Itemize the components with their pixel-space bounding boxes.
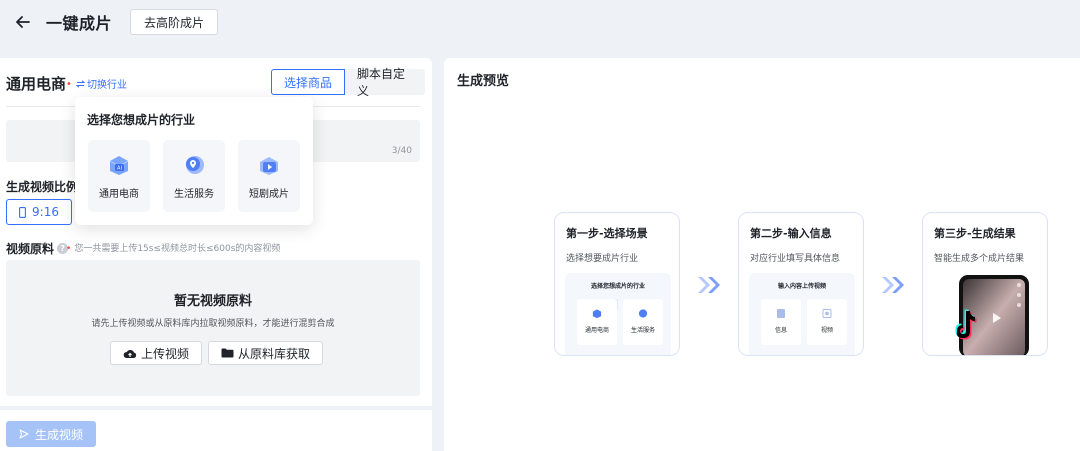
preview-title: 生成预览 [457, 74, 510, 89]
generate-video-button[interactable]: 生成视频 [6, 421, 96, 447]
option-label: 通用电商 [99, 189, 139, 200]
cloud-upload-icon [123, 349, 137, 358]
svg-text:AI: AI [117, 166, 122, 172]
upload-video-button[interactable]: 上传视频 [110, 341, 203, 365]
mockup-title: 输入内容上传视频 [777, 283, 826, 290]
advanced-editing-button[interactable]: 去高阶成片 [130, 9, 219, 35]
step-card-3: 第三步-生成结果 智能生成多个成片结果 [922, 212, 1048, 356]
location-icon [638, 309, 648, 318]
mockup-option-label: 生活服务 [630, 327, 655, 334]
step-desc: 智能生成多个成片结果 [934, 254, 1025, 264]
info-doc-icon [777, 309, 785, 318]
ai-cube-icon [592, 309, 602, 319]
ai-cube-icon: AI [109, 156, 129, 175]
step-title: 第三步-生成结果 [934, 227, 1016, 240]
switch-industry-label: 切换行业 [87, 80, 127, 91]
library-fetch-label: 从原料库获取 [238, 346, 311, 361]
option-label: 短剧成片 [249, 189, 289, 200]
mockup-option: 信息 [761, 299, 801, 345]
step-arrow-icon [696, 275, 724, 295]
industry-option-life-service[interactable]: 生活服务 [163, 140, 225, 212]
mockup-title: 选择您想成片的行业 [590, 283, 645, 290]
top-bar: 一键成片 去高阶成片 [0, 0, 1080, 44]
step-title: 第一步-选择场景 [566, 227, 648, 240]
industry-option-ecommerce[interactable]: AI 通用电商 [88, 140, 150, 212]
folder-icon [221, 348, 234, 358]
mockup-option: 生活服务 [623, 299, 663, 345]
play-icon [260, 157, 278, 175]
required-mark: • [66, 79, 72, 90]
page-title: 一键成片 [46, 14, 113, 33]
mockup-option-label: 视频 [820, 327, 833, 334]
footer-bar: 生成视频 [0, 410, 432, 451]
material-note: 您一共需要上传15s≤视频总时长≤600s的内容视频 [74, 244, 281, 254]
option-label: 生活服务 [174, 189, 214, 200]
preview-panel: 生成预览 第一步-选择场景 选择想要成片行业 选择您想成片的行业 推荐 通用电商… [444, 58, 1080, 451]
generate-video-label: 生成视频 [34, 427, 83, 442]
back-arrow-icon[interactable] [12, 11, 34, 33]
empty-material-title: 暂无视频原料 [173, 294, 252, 309]
step-card-1: 第一步-选择场景 选择想要成片行业 选择您想成片的行业 推荐 通用电商 生活服务 [554, 212, 680, 356]
step-arrow-icon [880, 275, 908, 295]
step-mockup: 输入内容上传视频 信息 视频 [749, 273, 855, 355]
step-mockup: 选择您想成片的行业 推荐 通用电商 生活服务 [565, 273, 671, 355]
mockup-option: 视频 [807, 299, 847, 345]
ratio-label: 生成视频比例 [6, 180, 79, 194]
switch-industry-link[interactable]: 切换行业 [76, 76, 127, 91]
upload-video-label: 上传视频 [141, 346, 190, 361]
empty-material-desc: 请先上传视频或从原料库内拉取视频原料，才能进行混剪合成 [91, 319, 335, 329]
phone-result-mockup [955, 275, 1029, 355]
material-note-row: • 您一共需要上传15s≤视频总时长≤600s的内容视频 [66, 241, 280, 254]
tab-custom-script[interactable]: 脚本自定义 [345, 67, 426, 98]
step-title: 第二步-输入信息 [750, 227, 832, 240]
material-dropzone: 暂无视频原料 请先上传视频或从原料库内拉取视频原料，才能进行混剪合成 上传视频 … [6, 260, 420, 396]
step-desc: 对应行业填写具体信息 [750, 254, 841, 264]
popup-title: 选择您想成片的行业 [87, 113, 196, 127]
mode-tabs: 选择商品 脚本自定义 [271, 67, 426, 98]
mockup-option-label: 通用电商 [584, 327, 609, 334]
material-label: 视频原料 [6, 242, 55, 256]
industry-popup: 选择您想成片的行业 AI 通用电商 生活服务 短剧成片 [75, 97, 313, 225]
mockup-option-label: 信息 [774, 327, 787, 334]
library-fetch-button[interactable]: 从原料库获取 [208, 341, 324, 365]
step-card-2: 第二步-输入信息 对应行业填写具体信息 输入内容上传视频 信息 视频 [738, 212, 864, 356]
industry-option-short-drama[interactable]: 短剧成片 [238, 140, 300, 212]
video-icon [822, 309, 832, 318]
portrait-phone-icon [19, 206, 26, 218]
mockup-option: 通用电商 [577, 299, 617, 345]
ratio-value: 9:16 [32, 205, 59, 219]
tab-select-product[interactable]: 选择商品 [271, 69, 346, 95]
location-icon [186, 156, 204, 174]
industry-title: 通用电商 [6, 75, 67, 93]
ratio-option-9-16[interactable]: 9:16 [6, 199, 72, 225]
send-icon [19, 429, 29, 439]
char-counter: 3/40 [391, 146, 412, 156]
step-desc: 选择想要成片行业 [566, 254, 639, 264]
required-dot: • [66, 244, 72, 254]
swap-icon [76, 79, 85, 88]
material-label-row: 视频原料 ? [6, 240, 69, 257]
